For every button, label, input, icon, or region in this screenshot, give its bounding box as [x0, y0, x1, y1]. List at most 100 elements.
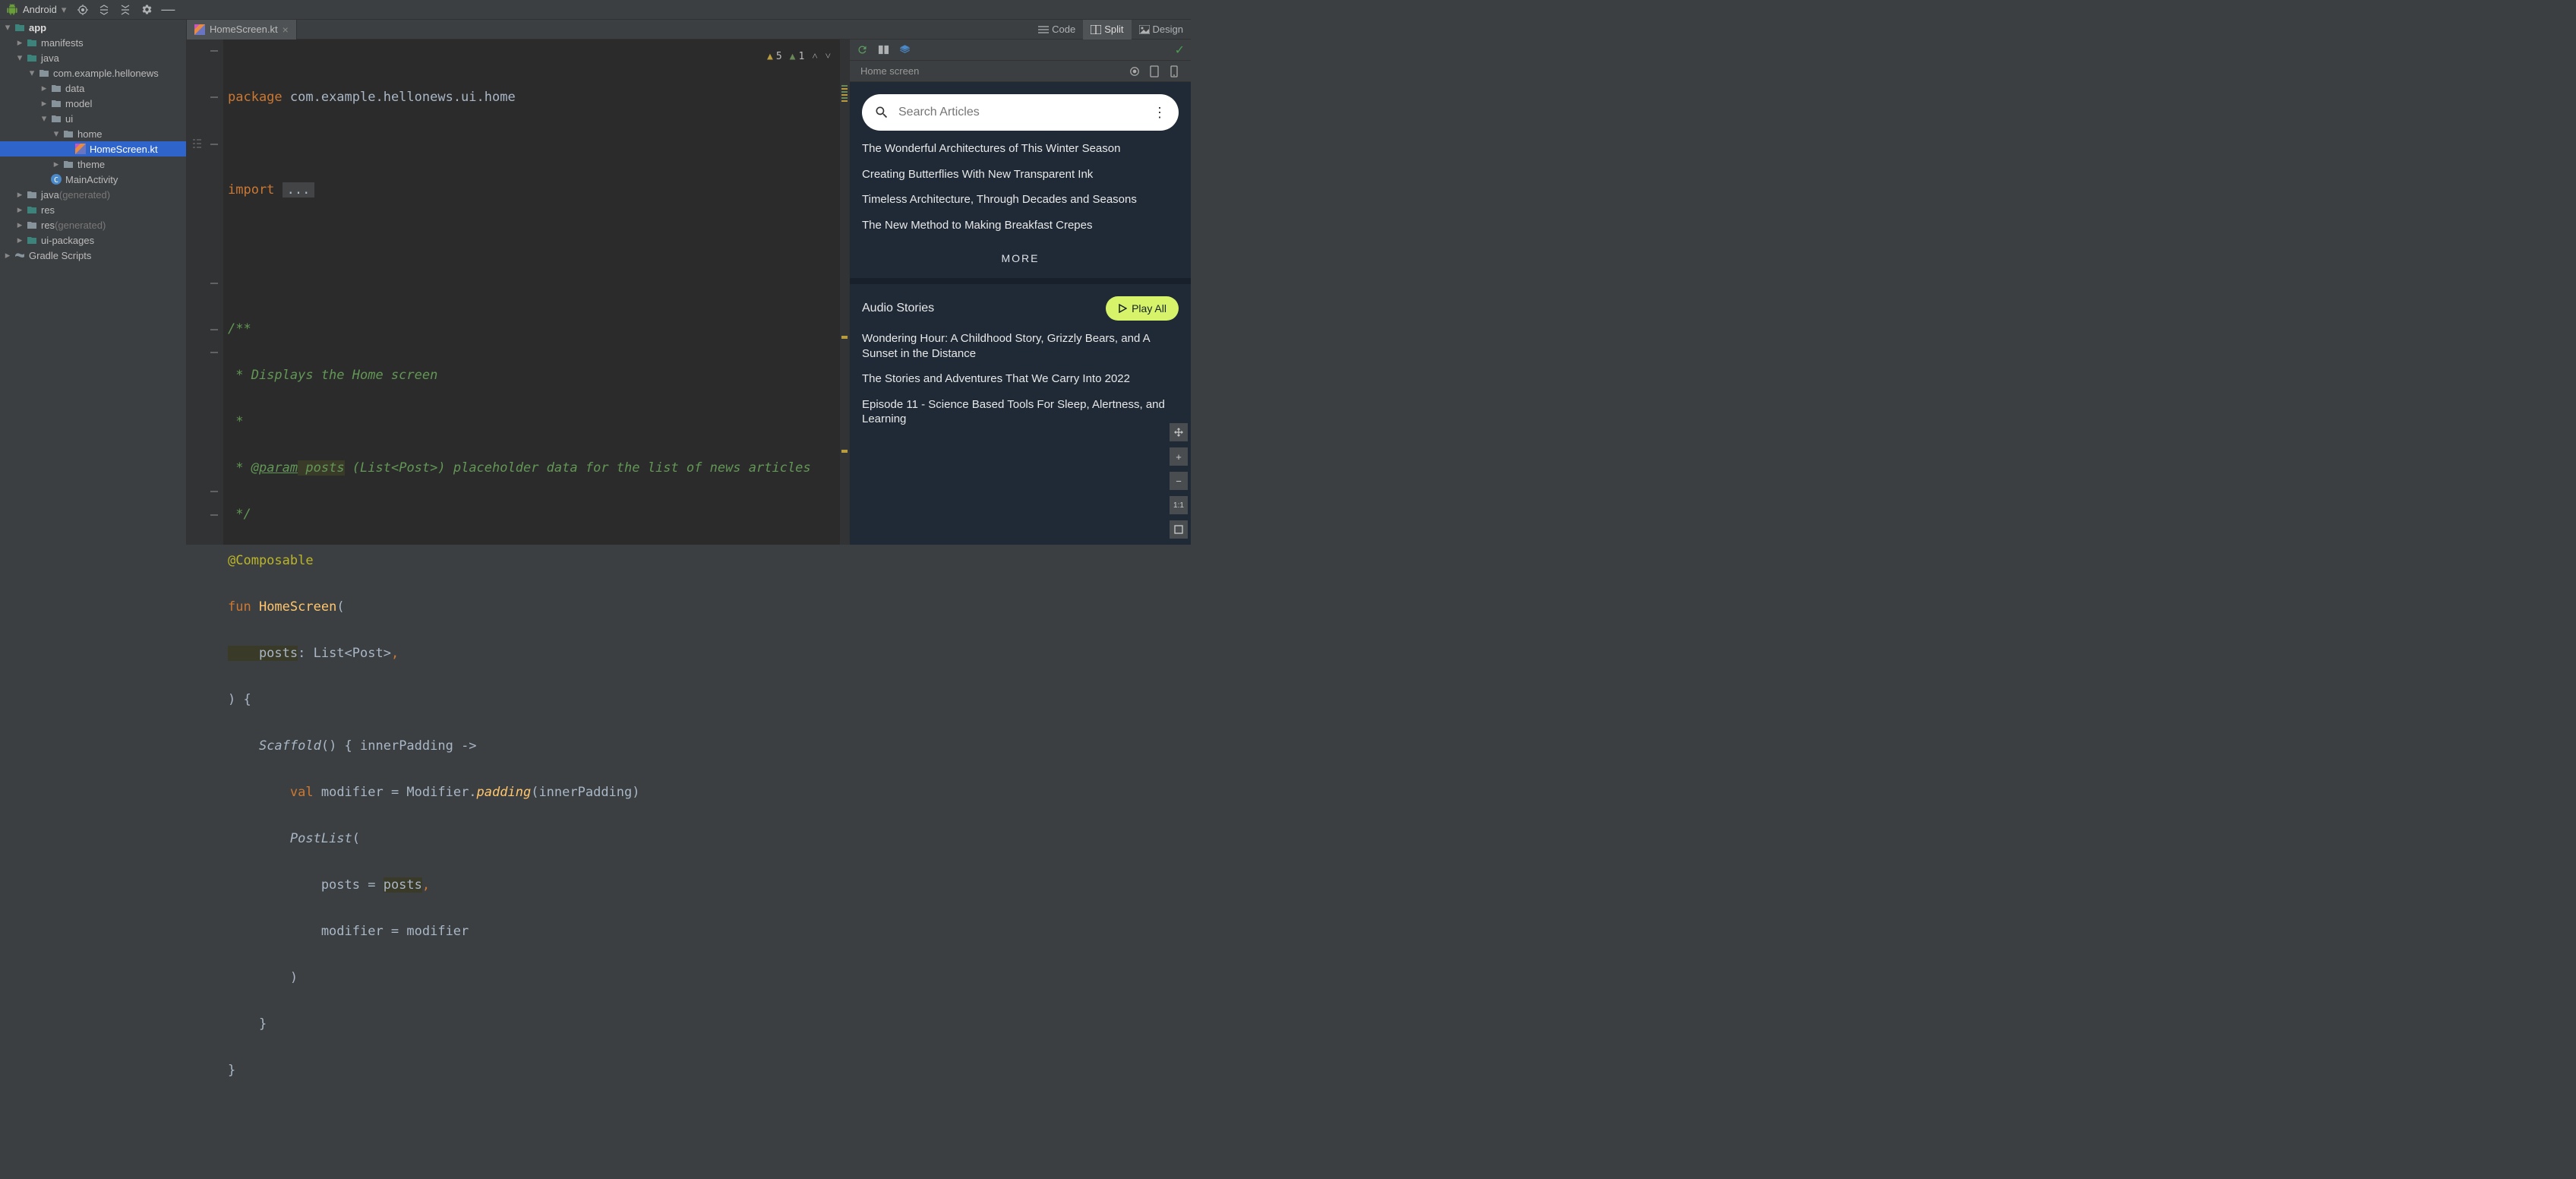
editor-tabbar: HomeScreen.kt × Code Split Design: [187, 20, 1191, 40]
view-mode-code[interactable]: Code: [1031, 20, 1083, 40]
tree-node[interactable]: ▸data: [0, 81, 186, 96]
fold-marker-icon[interactable]: [210, 514, 218, 516]
animation-icon[interactable]: [1129, 65, 1141, 77]
expand-all-icon[interactable]: [98, 4, 110, 16]
tree-node[interactable]: ▾java: [0, 50, 186, 65]
tree-node[interactable]: CMainActivity: [0, 172, 186, 187]
project-tree[interactable]: ▾ app ▸ manifests▾java▾com.example.hellone…: [0, 20, 187, 545]
tree-node[interactable]: HomeScreen.kt: [0, 141, 186, 156]
tree-twisty-icon[interactable]: ▸: [38, 82, 50, 94]
tree-node[interactable]: ▾home: [0, 126, 186, 141]
tree-node-gradle[interactable]: Gradle Scripts: [29, 250, 91, 261]
more-button[interactable]: MORE: [862, 252, 1179, 264]
fold-marker-icon[interactable]: [210, 491, 218, 492]
fold-marker-icon[interactable]: [210, 50, 218, 52]
gear-icon[interactable]: [140, 4, 153, 16]
project-type-label: Android: [23, 4, 57, 15]
compose-preview-surface[interactable]: ⋮ The Wonderful Architectures of This Wi…: [850, 82, 1191, 545]
folder-icon: [26, 36, 38, 49]
android-icon: [6, 4, 18, 16]
audio-item[interactable]: Episode 11 - Science Based Tools For Sle…: [862, 397, 1179, 427]
editor-gutter[interactable]: [187, 40, 223, 545]
article-item[interactable]: The Wonderful Architectures of This Wint…: [862, 141, 1179, 156]
close-icon[interactable]: ×: [283, 24, 289, 36]
tree-twisty-icon[interactable]: ▸: [2, 249, 14, 261]
audio-item[interactable]: The Stories and Adventures That We Carry…: [862, 371, 1179, 387]
chevron-up-icon[interactable]: ˄: [812, 46, 817, 69]
project-view-selector[interactable]: Android ▾: [6, 4, 66, 16]
layers-icon[interactable]: [898, 44, 911, 56]
tree-label: model: [65, 98, 92, 109]
refresh-icon[interactable]: [856, 44, 868, 56]
inspection-summary[interactable]: ▲5 ▲1 ˄ ˅: [767, 46, 831, 69]
fold-marker-icon[interactable]: [210, 329, 218, 330]
more-vert-icon[interactable]: ⋮: [1153, 105, 1166, 121]
collapse-all-icon[interactable]: [119, 4, 131, 16]
pan-icon[interactable]: [1170, 423, 1188, 441]
tree-label: manifests: [41, 37, 84, 49]
editor-tab[interactable]: HomeScreen.kt ×: [187, 20, 297, 40]
tree-twisty-icon[interactable]: ▸: [50, 158, 62, 170]
phone-icon[interactable]: [1168, 65, 1180, 77]
tree-twisty-icon[interactable]: ▾: [14, 52, 26, 64]
structure-icon[interactable]: [191, 138, 204, 150]
tree-node[interactable]: ▸ manifests: [0, 35, 186, 50]
fit-screen-button[interactable]: [1170, 520, 1188, 539]
view-mode-design[interactable]: Design: [1132, 20, 1191, 40]
preview-header: Home screen: [850, 61, 1191, 82]
tree-label: ui: [65, 113, 73, 125]
tree-node-app[interactable]: app: [29, 22, 46, 33]
minimize-icon[interactable]: —: [162, 4, 174, 16]
target-icon[interactable]: [77, 4, 89, 16]
code-editor[interactable]: ▲5 ▲1 ˄ ˅ package com.example.hellonews.…: [223, 40, 840, 545]
zoom-reset-button[interactable]: 1:1: [1170, 496, 1188, 514]
article-item[interactable]: The New Method to Making Breakfast Crepe…: [862, 218, 1179, 233]
fold-marker-icon[interactable]: [210, 283, 218, 284]
tree-node[interactable]: ▸res (generated): [0, 217, 186, 232]
tree-twisty-icon[interactable]: ▾: [26, 67, 38, 79]
tree-twisty-icon[interactable]: ▸: [14, 188, 26, 201]
tree-node[interactable]: ▸ model: [0, 96, 186, 111]
tree-node[interactable]: ▸java (generated): [0, 187, 186, 202]
interactive-preview-icon[interactable]: [877, 44, 889, 56]
tree-node[interactable]: ▸ ui-packages: [0, 232, 186, 248]
error-stripe[interactable]: [840, 40, 849, 545]
fold-marker-icon[interactable]: [210, 352, 218, 353]
tree-node[interactable]: ▸theme: [0, 156, 186, 172]
tree-node[interactable]: ▾com.example.hellonews: [0, 65, 186, 81]
article-item[interactable]: Timeless Architecture, Through Decades a…: [862, 192, 1179, 207]
warning-triangle-icon: ▲: [767, 46, 773, 69]
module-icon: [14, 21, 26, 33]
search-icon: [874, 105, 889, 120]
view-mode-split[interactable]: Split: [1083, 20, 1131, 40]
tree-node[interactable]: ▾ ui: [0, 111, 186, 126]
tree-label: ui-packages: [41, 235, 94, 246]
tree-twisty-icon[interactable]: ▸: [38, 97, 50, 109]
chevron-down-icon[interactable]: ˅: [826, 46, 831, 69]
search-input[interactable]: [898, 106, 1144, 119]
deploy-preview-icon[interactable]: [1148, 65, 1160, 77]
folder-icon: [26, 234, 38, 246]
tree-twisty-icon[interactable]: ▾: [38, 112, 50, 125]
kotlin-file-icon: [194, 24, 205, 35]
tree-node[interactable]: ▸res: [0, 202, 186, 217]
check-icon: ✓: [1175, 43, 1185, 58]
search-bar[interactable]: ⋮: [862, 94, 1179, 131]
fold-marker-icon[interactable]: [210, 144, 218, 145]
tree-twisty-icon[interactable]: ▸: [14, 204, 26, 216]
list-icon: [1038, 25, 1049, 34]
preview-title: Home screen: [860, 65, 919, 77]
audio-item[interactable]: Wondering Hour: A Childhood Story, Grizz…: [862, 331, 1179, 361]
tree-twisty-icon[interactable]: ▸: [14, 234, 26, 246]
zoom-out-button[interactable]: −: [1170, 472, 1188, 490]
tree-twisty-icon[interactable]: ▾: [2, 21, 14, 33]
zoom-in-button[interactable]: +: [1170, 447, 1188, 466]
article-item[interactable]: Creating Butterflies With New Transparen…: [862, 167, 1179, 182]
play-all-button[interactable]: Play All: [1106, 296, 1179, 321]
gradle-icon: [14, 249, 26, 261]
tree-twisty-icon[interactable]: ▾: [50, 128, 62, 140]
fold-marker-icon[interactable]: [210, 96, 218, 98]
play-icon: [1118, 304, 1127, 313]
tree-twisty-icon[interactable]: ▸: [14, 219, 26, 231]
tree-twisty-icon[interactable]: ▸: [14, 36, 26, 49]
